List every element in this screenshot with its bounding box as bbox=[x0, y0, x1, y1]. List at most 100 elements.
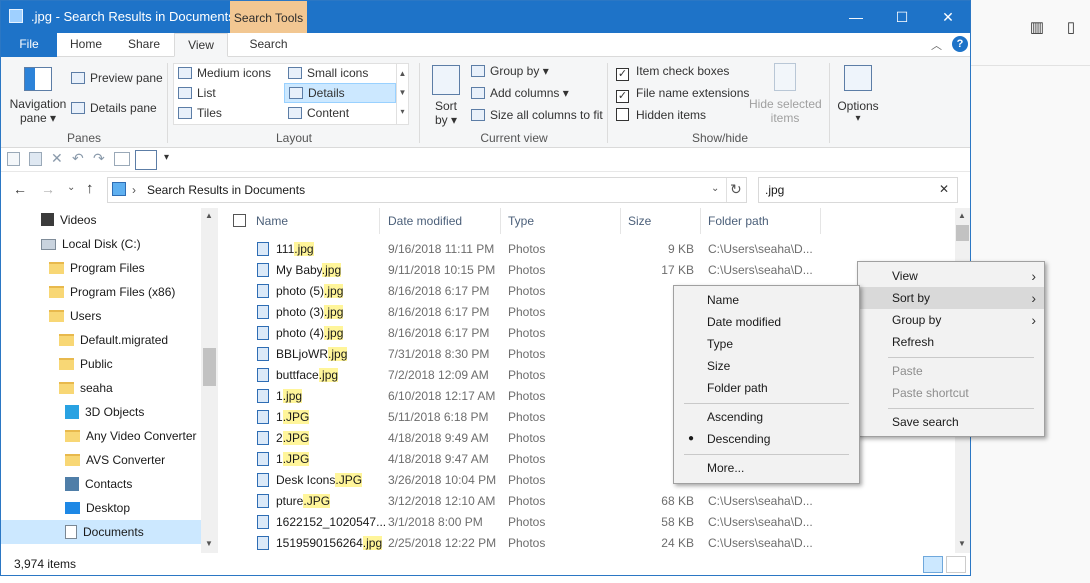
minimize-button[interactable]: — bbox=[833, 1, 879, 33]
table-row[interactable]: pture.JPG 3/12/2018 12:10 AM Photos 68 KB C:… bbox=[219, 491, 959, 512]
preview-pane-button[interactable]: Preview pane bbox=[71, 71, 163, 85]
table-row[interactable]: My Baby.jpg 9/11/2018 10:15 PM Photos 17 KB… bbox=[219, 260, 959, 281]
delete-icon[interactable]: ✕ bbox=[51, 150, 63, 167]
hide-selected-items-button[interactable]: Hide selected items bbox=[749, 61, 822, 125]
group-by-button[interactable]: Group by ▾ bbox=[471, 64, 549, 78]
nav-item[interactable]: Videos bbox=[1, 208, 201, 232]
nav-item[interactable]: Default.migrated bbox=[1, 328, 201, 352]
nav-scroll-thumb[interactable] bbox=[203, 348, 216, 386]
customize-qat-icon[interactable]: ▾ bbox=[164, 152, 169, 163]
close-button[interactable]: ✕ bbox=[925, 1, 970, 33]
nav-item[interactable]: Program Files (x86) bbox=[1, 280, 201, 304]
redo-icon[interactable]: ↷ bbox=[93, 150, 105, 167]
nav-item[interactable]: Users bbox=[1, 304, 201, 328]
nav-item[interactable]: Contacts bbox=[1, 472, 201, 496]
details-view-icon[interactable] bbox=[923, 556, 943, 573]
new-folder-icon[interactable] bbox=[29, 152, 42, 166]
undo-icon[interactable]: ↶ bbox=[72, 150, 84, 167]
clear-search-icon[interactable]: ✕ bbox=[939, 182, 949, 196]
up-arrow-icon[interactable]: ↑ bbox=[86, 180, 94, 197]
sort-by-button[interactable]: Sort by ▾ bbox=[429, 59, 463, 127]
menu-item-view[interactable]: View › bbox=[858, 265, 1044, 287]
sidebar-icon[interactable]: ▯ bbox=[1062, 18, 1080, 36]
tab-file[interactable]: File bbox=[1, 33, 57, 57]
properties-icon[interactable] bbox=[7, 152, 20, 166]
folder-app-icon[interactable] bbox=[9, 9, 23, 23]
add-columns-button[interactable]: Add columns ▾ bbox=[471, 86, 569, 100]
layout-small-icons[interactable]: Small icons bbox=[288, 66, 368, 80]
search-input[interactable]: .jpg bbox=[765, 183, 784, 197]
menu-item-paste-shortcut[interactable]: Paste shortcut bbox=[858, 382, 1044, 404]
column-folder-path[interactable]: Folder path bbox=[708, 214, 769, 228]
sort-menu-ascending[interactable]: Ascending bbox=[674, 406, 859, 428]
table-row[interactable]: 1519590156264.jpg 2/25/2018 12:22 PM Photo… bbox=[219, 533, 959, 554]
sort-menu-size[interactable]: Size bbox=[674, 355, 859, 377]
item-check-boxes-toggle[interactable]: ✓ Item check boxes bbox=[616, 64, 729, 81]
sort-menu-folder-path[interactable]: Folder path bbox=[674, 377, 859, 399]
sort-menu-more[interactable]: More... bbox=[674, 457, 859, 479]
maximize-button[interactable]: ☐ bbox=[879, 1, 925, 33]
tab-home[interactable]: Home bbox=[59, 33, 113, 57]
recent-locations-icon[interactable]: ⌄ bbox=[67, 182, 75, 193]
details-pane-button[interactable]: Details pane bbox=[71, 101, 157, 115]
tab-share[interactable]: Share bbox=[115, 33, 173, 57]
address-dropdown-icon[interactable]: ⌄ bbox=[711, 183, 719, 194]
column-date-modified[interactable]: Date modified bbox=[388, 214, 462, 228]
sort-menu-descending[interactable]: ● Descending bbox=[674, 428, 859, 450]
column-name[interactable]: Name bbox=[256, 214, 288, 228]
nav-item[interactable]: Public bbox=[1, 352, 201, 376]
nav-item[interactable]: Local Disk (C:) bbox=[1, 232, 201, 256]
scroll-up-icon[interactable]: ▲ bbox=[958, 211, 966, 220]
refresh-icon[interactable]: ↻ bbox=[730, 181, 742, 198]
scroll-down-icon[interactable]: ▼ bbox=[205, 539, 213, 548]
layout-medium-icons[interactable]: Medium icons bbox=[178, 66, 271, 80]
sort-menu-type[interactable]: Type bbox=[674, 333, 859, 355]
column-type[interactable]: Type bbox=[508, 214, 534, 228]
scroll-down-icon[interactable]: ▼ bbox=[958, 539, 966, 548]
back-arrow-icon[interactable]: ← bbox=[13, 181, 27, 197]
large-icons-view-icon[interactable] bbox=[946, 556, 966, 573]
nav-item[interactable]: Desktop bbox=[1, 496, 201, 520]
file-scroll-thumb[interactable] bbox=[956, 225, 969, 241]
table-row[interactable]: 1622152_1020547... 3/1/2018 8:00 PM Photos… bbox=[219, 512, 959, 533]
tab-search[interactable]: Search bbox=[230, 33, 307, 57]
layout-gallery-scroll[interactable]: ▲ ▼ ▾ bbox=[396, 64, 408, 124]
tab-view[interactable]: View bbox=[174, 33, 228, 57]
search-box[interactable]: .jpg ✕ bbox=[758, 177, 958, 203]
column-divider[interactable] bbox=[379, 208, 380, 234]
forward-arrow-icon[interactable]: → bbox=[41, 181, 55, 197]
menu-item-sort-by[interactable]: Sort by › bbox=[858, 287, 1044, 309]
navigation-pane-button[interactable]: Navigation pane ▾ bbox=[9, 59, 67, 129]
layout-content[interactable]: Content bbox=[288, 106, 349, 120]
menu-item-refresh[interactable]: Refresh bbox=[858, 331, 1044, 353]
file-name-extensions-toggle[interactable]: ✓ File name extensions bbox=[616, 86, 749, 103]
column-divider[interactable] bbox=[700, 208, 701, 234]
column-size[interactable]: Size bbox=[628, 214, 651, 228]
menu-item-group-by[interactable]: Group by › bbox=[858, 309, 1044, 331]
library-icon[interactable]: ▥ bbox=[1028, 18, 1046, 36]
help-icon[interactable]: ? bbox=[952, 36, 968, 52]
column-divider[interactable] bbox=[620, 208, 621, 234]
size-all-columns-button[interactable]: Size all columns to fit bbox=[471, 108, 603, 122]
sort-menu-date-modified[interactable]: Date modified bbox=[674, 311, 859, 333]
collapse-ribbon-icon[interactable]: ︿ bbox=[931, 37, 942, 53]
nav-item[interactable]: 3D Objects bbox=[1, 400, 201, 424]
menu-item-paste[interactable]: Paste bbox=[858, 360, 1044, 382]
nav-item[interactable]: Program Files bbox=[1, 256, 201, 280]
nav-scrollbar[interactable]: ▲ ▼ bbox=[201, 208, 218, 553]
nav-item[interactable]: seaha bbox=[1, 376, 201, 400]
layout-details[interactable]: Details bbox=[284, 83, 396, 103]
options-button[interactable]: Options ▾ bbox=[835, 61, 881, 124]
menu-item-save-search[interactable]: Save search bbox=[858, 411, 1044, 433]
layout-tiles[interactable]: Tiles bbox=[178, 106, 222, 120]
layout-list[interactable]: List bbox=[178, 86, 216, 100]
rename-icon[interactable] bbox=[114, 152, 130, 166]
select-all-checkbox[interactable] bbox=[233, 214, 246, 227]
table-row[interactable]: 111.jpg 9/16/2018 11:11 PM Photos 9 KB C:\Us… bbox=[219, 239, 959, 260]
column-divider[interactable] bbox=[820, 208, 821, 234]
hidden-items-toggle[interactable]: Hidden items bbox=[616, 108, 706, 122]
address-bar[interactable]: › Search Results in Documents ⌄ ↻ bbox=[107, 177, 747, 203]
scroll-up-icon[interactable]: ▲ bbox=[205, 211, 213, 220]
sort-menu-name[interactable]: Name bbox=[674, 289, 859, 311]
nav-item[interactable]: AVS Converter bbox=[1, 448, 201, 472]
